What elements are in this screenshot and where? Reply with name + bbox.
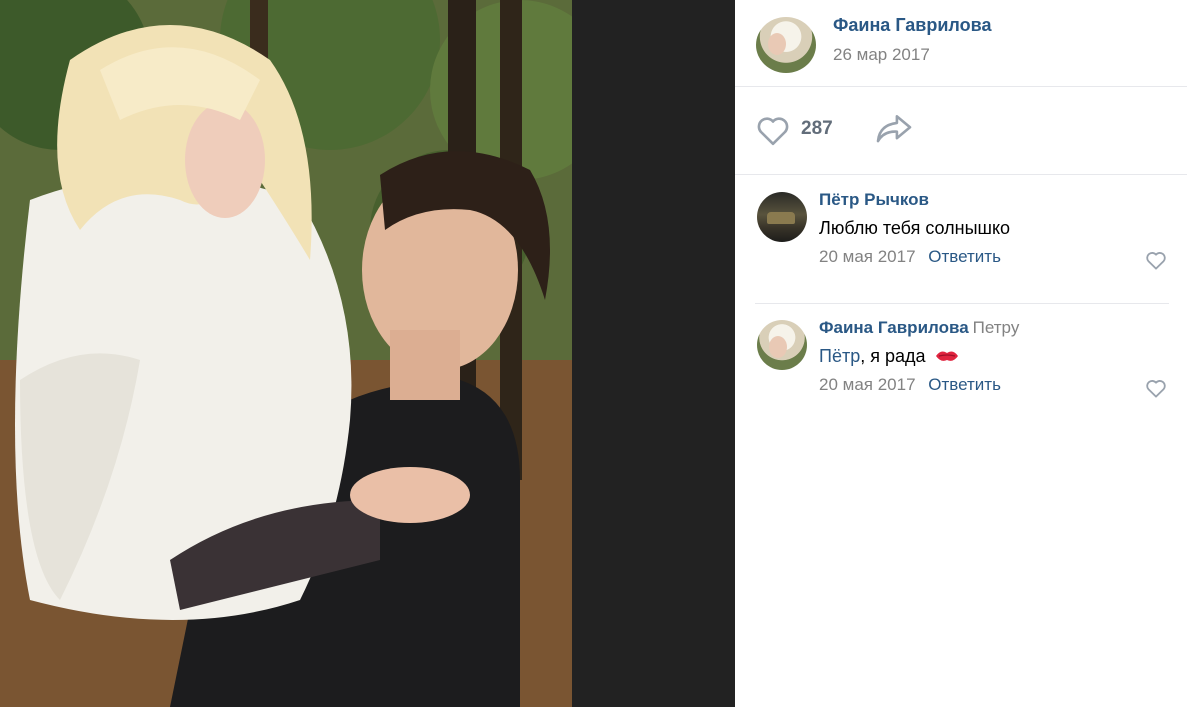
comment-date[interactable]: 20 мая 2017 <box>819 247 916 266</box>
comment-date[interactable]: 20 мая 2017 <box>819 375 916 394</box>
reply-to-label[interactable]: Петру <box>973 318 1020 337</box>
reply-button[interactable]: Ответить <box>928 375 1001 394</box>
mention-link[interactable]: Пётр <box>819 346 860 366</box>
comment-like-button[interactable] <box>1145 250 1167 270</box>
author-avatar[interactable] <box>756 17 816 73</box>
post-header: Фаина Гаврилова 26 мар 2017 <box>735 0 1187 87</box>
share-arrow-icon <box>876 115 912 143</box>
comment-meta: 20 мая 2017 Ответить <box>819 247 1001 267</box>
post-date[interactable]: 26 мар 2017 <box>833 45 930 65</box>
commenter-avatar[interactable] <box>757 192 807 242</box>
heart-outline-icon <box>757 117 789 146</box>
comment-like-button[interactable] <box>1145 378 1167 398</box>
comment-text: Пётр, я рада <box>819 346 959 367</box>
commenter-name: Фаина Гаврилова Петру <box>819 318 1019 338</box>
comment-text-body: , я рада <box>860 346 926 366</box>
like-button[interactable]: 287 <box>755 112 839 148</box>
commenter-avatar[interactable] <box>757 320 807 370</box>
author-name[interactable]: Фаина Гаврилова <box>833 15 991 36</box>
comment-item: Фаина Гаврилова Петру Пётр, я рада 20 мая… <box>735 304 1187 414</box>
share-button[interactable] <box>875 112 915 148</box>
post-actions: 287 <box>735 88 1187 175</box>
photo-backdrop <box>572 0 735 707</box>
comment-text: Люблю тебя солнышко <box>819 218 1011 238</box>
reply-button[interactable]: Ответить <box>928 247 1001 266</box>
photo-viewer <box>0 0 735 707</box>
like-count: 287 <box>801 118 833 139</box>
post-photo[interactable] <box>0 0 572 707</box>
heart-outline-icon <box>1146 380 1166 398</box>
comment-meta: 20 мая 2017 Ответить <box>819 375 1001 395</box>
commenter-name[interactable]: Пётр Рычков <box>819 190 929 210</box>
heart-outline-icon <box>1146 252 1166 270</box>
post-side-panel: Фаина Гаврилова 26 мар 2017 287 Пётр Рыч… <box>735 0 1187 707</box>
photo-illustration <box>0 0 572 707</box>
comment-item: Пётр Рычков Люблю тебя солнышко 20 мая 2… <box>735 176 1187 286</box>
commenter-name-link[interactable]: Фаина Гаврилова <box>819 318 969 337</box>
kiss-mark-icon <box>935 351 958 361</box>
